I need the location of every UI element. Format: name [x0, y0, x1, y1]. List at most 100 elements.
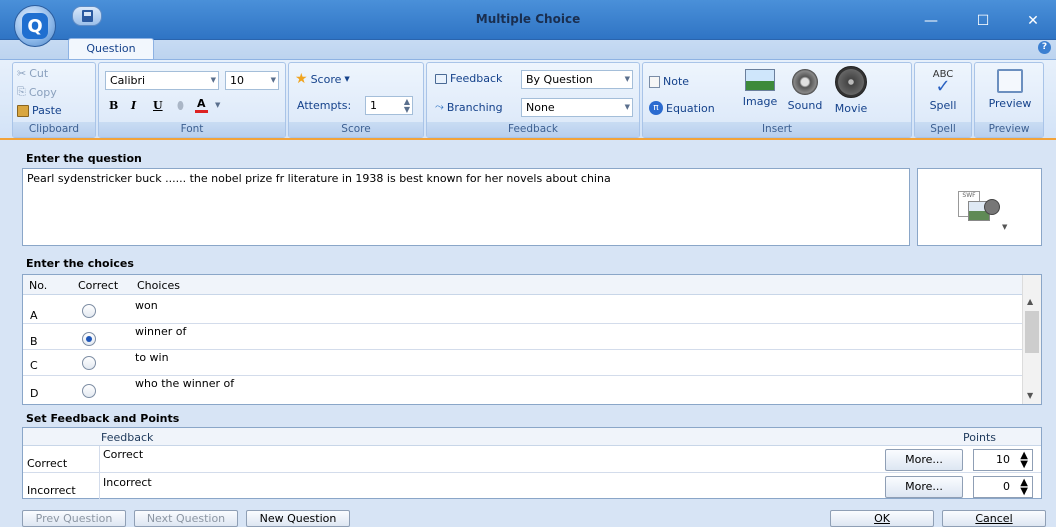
sound-button[interactable]: Sound — [785, 69, 825, 112]
more-button-correct[interactable]: More... — [885, 449, 963, 471]
feedback-points-table: Feedback Points Correct Correct More... … — [22, 427, 1042, 499]
preview-group: Preview Preview — [974, 62, 1044, 138]
speaker-icon — [792, 69, 818, 95]
choice-letter: A — [30, 309, 38, 322]
column-points: Points — [963, 431, 997, 444]
font-family-select[interactable]: Calibri ▼ — [105, 71, 219, 90]
new-question-button[interactable]: New Question — [246, 510, 350, 527]
more-button-incorrect[interactable]: More... — [885, 476, 963, 498]
minimize-button[interactable]: — — [916, 10, 946, 32]
spellcheck-icon: ABC ✓ — [932, 69, 954, 97]
score-button[interactable]: ★ Score ▼ — [295, 71, 350, 87]
help-icon[interactable]: ? — [1038, 41, 1051, 54]
scroll-up-icon[interactable]: ▲ — [1027, 297, 1033, 306]
feedback-group-label: Feedback — [427, 122, 639, 137]
feedback-icon — [435, 73, 447, 84]
score-group-label: Score — [289, 122, 423, 137]
pi-icon: π — [649, 101, 663, 115]
branching-icon-label: ⤳ Branching — [435, 100, 503, 114]
feedback-mode-select[interactable]: By Question ▼ — [521, 70, 633, 89]
close-button[interactable]: ✕ — [1018, 10, 1048, 32]
choice-text[interactable]: who the winner of — [135, 377, 234, 390]
paste-icon — [17, 104, 29, 117]
choice-row-d[interactable]: D who the winner of — [23, 376, 1023, 402]
cell-divider — [99, 473, 100, 499]
choice-row-c[interactable]: C to win — [23, 350, 1023, 376]
row-label: Correct — [27, 457, 68, 470]
maximize-button[interactable]: ☐ — [968, 10, 998, 32]
question-media-box[interactable]: SWF ▼ — [917, 168, 1042, 246]
movie-button[interactable]: Movie — [829, 66, 873, 115]
app-menu-button[interactable]: Q — [14, 5, 56, 47]
cut-button[interactable]: ✂ Cut — [17, 67, 48, 80]
feedback-row-correct: Correct Correct More... 10 ▲ ▼ — [23, 446, 1041, 473]
ok-button[interactable]: OK — [830, 510, 934, 527]
tab-question[interactable]: Question — [68, 38, 154, 59]
next-question-button[interactable]: Next Question — [134, 510, 238, 527]
font-group: Calibri ▼ 10 ▼ B I U ⬮ A ▼ Font — [98, 62, 286, 138]
score-group: ★ Score ▼ Attempts: 1 ▲ ▼ Score — [288, 62, 424, 138]
branching-select[interactable]: None ▼ — [521, 98, 633, 117]
preview-button[interactable]: Preview — [981, 69, 1039, 110]
choices-scrollbar[interactable]: ▲ ▼ — [1022, 275, 1041, 404]
choices-grid: No. Correct Choices A won B winner of C … — [22, 274, 1042, 405]
spell-group: ABC ✓ Spell Spell — [914, 62, 972, 138]
spin-arrows-icon[interactable]: ▲ ▼ — [1020, 478, 1028, 497]
correct-radio-a[interactable] — [82, 304, 96, 318]
feedback-icon-label: Feedback — [435, 72, 502, 85]
feedback-row-incorrect: Incorrect Incorrect More... 0 ▲ ▼ — [23, 473, 1041, 500]
clipboard-group-label: Clipboard — [13, 122, 95, 137]
equation-button[interactable]: π Equation — [649, 101, 715, 115]
points-stepper-incorrect[interactable]: 0 ▲ ▼ — [973, 476, 1033, 498]
feedback-table-header: Feedback Points — [23, 428, 1041, 446]
feedback-text-incorrect[interactable]: Incorrect — [103, 476, 152, 489]
highlight-icon[interactable]: ⬮ — [177, 99, 184, 113]
choice-text[interactable]: to win — [135, 351, 169, 364]
question-textbox[interactable]: Pearl sydenstricker buck ...... the nobe… — [22, 168, 910, 246]
copy-icon: ⎘ — [17, 85, 26, 98]
chevron-down-icon[interactable]: ▼ — [215, 101, 220, 109]
clipboard-group: ✂ Cut ⎘ Copy Paste Clipboard — [12, 62, 96, 138]
spell-group-label: Spell — [915, 122, 971, 137]
window-title: Multiple Choice — [475, 12, 581, 26]
choices-grid-header: No. Correct Choices — [23, 275, 1023, 295]
correct-radio-c[interactable] — [82, 356, 96, 370]
note-button[interactable]: Note — [649, 75, 689, 88]
app-logo-icon: Q — [22, 13, 48, 39]
spell-button[interactable]: ABC ✓ Spell — [921, 69, 965, 112]
row-label: Incorrect — [27, 484, 76, 497]
choice-text[interactable]: won — [135, 299, 158, 312]
feedback-text-correct[interactable]: Correct — [103, 448, 143, 461]
choice-row-a[interactable]: A won — [23, 298, 1023, 324]
chevron-down-icon: ▼ — [344, 75, 350, 83]
correct-radio-d[interactable] — [82, 384, 96, 398]
choice-text[interactable]: winner of — [135, 325, 186, 338]
prev-question-button[interactable]: Prev Question — [22, 510, 126, 527]
correct-radio-b[interactable] — [82, 332, 96, 346]
star-icon: ★ — [295, 71, 308, 87]
scroll-down-icon[interactable]: ▼ — [1027, 391, 1033, 400]
choice-letter: D — [30, 387, 39, 400]
choice-row-b[interactable]: B winner of — [23, 324, 1023, 350]
paste-button[interactable]: Paste — [17, 104, 62, 117]
column-feedback: Feedback — [101, 431, 154, 444]
chevron-down-icon[interactable]: ▼ — [1002, 223, 1007, 231]
font-color-button[interactable]: A — [195, 97, 208, 113]
media-placeholder-icon: SWF — [958, 191, 1000, 225]
insert-group-label: Insert — [643, 122, 911, 137]
font-group-label: Font — [99, 122, 285, 137]
scissors-icon: ✂ — [17, 67, 27, 80]
italic-button[interactable]: I — [131, 99, 136, 112]
copy-button[interactable]: ⎘ Copy — [17, 85, 57, 99]
bold-button[interactable]: B — [109, 99, 118, 112]
image-button[interactable]: Image — [739, 69, 781, 108]
attempts-stepper[interactable]: 1 ▲ ▼ — [365, 96, 413, 115]
points-stepper-correct[interactable]: 10 ▲ ▼ — [973, 449, 1033, 471]
font-size-select[interactable]: 10 ▼ — [225, 71, 279, 90]
spin-arrows-icon[interactable]: ▲ ▼ — [404, 98, 410, 114]
cancel-button[interactable]: Cancel — [942, 510, 1046, 527]
spin-arrows-icon[interactable]: ▲ ▼ — [1020, 451, 1028, 470]
scrollbar-thumb[interactable] — [1025, 311, 1039, 353]
underline-button[interactable]: U — [153, 99, 163, 112]
image-icon — [745, 69, 775, 91]
